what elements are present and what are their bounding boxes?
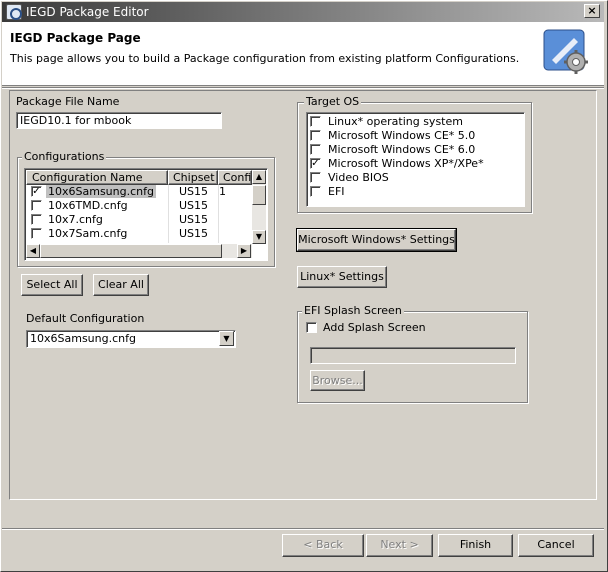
row-checkbox[interactable]: ✓: [31, 186, 42, 197]
row-chipset: US15: [179, 199, 209, 212]
close-button[interactable]: ×: [584, 4, 600, 18]
add-splash-checkbox[interactable]: [306, 322, 317, 333]
os-label: Linux* operating system: [328, 115, 463, 128]
horizontal-scrollbar[interactable]: ◀ ▶: [26, 244, 252, 258]
scroll-up-icon[interactable]: ▲: [252, 170, 266, 184]
splash-path-input[interactable]: [310, 347, 516, 364]
title-bar[interactable]: IEGD Package Editor ×: [2, 2, 604, 22]
select-all-button[interactable]: Select All: [21, 274, 83, 296]
windows-settings-button[interactable]: Microsoft Windows* Settings: [296, 228, 457, 252]
app-icon: [6, 4, 22, 20]
os-label: Microsoft Windows CE* 5.0: [328, 129, 476, 142]
next-button[interactable]: Next >: [366, 534, 433, 557]
row-checkbox[interactable]: [31, 200, 42, 211]
configurations-group-label: Configurations: [22, 150, 107, 163]
browse-button[interactable]: Browse...: [310, 370, 365, 391]
os-checkbox[interactable]: [310, 116, 321, 127]
row-chipset: US15: [179, 227, 209, 240]
column-divider: [168, 185, 169, 243]
default-config-label: Default Configuration: [26, 312, 145, 325]
cancel-button[interactable]: Cancel: [518, 534, 594, 557]
os-checkbox[interactable]: [310, 130, 321, 141]
vertical-scrollbar[interactable]: ▲ ▼: [252, 170, 266, 244]
target-os-list[interactable]: Linux* operating system Microsoft Window…: [306, 112, 525, 207]
window-title: IEGD Package Editor: [26, 5, 149, 19]
os-label: Microsoft Windows CE* 6.0: [328, 143, 476, 156]
column-divider: [218, 185, 219, 243]
column-header-configuration-name[interactable]: Configuration Name: [26, 170, 168, 185]
row-config-name: 10x7.cnfg: [48, 213, 103, 226]
row-config: 1: [219, 185, 226, 198]
row-config-name: 10x7Sam.cnfg: [48, 227, 128, 240]
column-header-config[interactable]: Confi: [218, 170, 252, 185]
linux-settings-button[interactable]: Linux* Settings: [297, 266, 387, 288]
clear-all-button[interactable]: Clear All: [93, 274, 149, 296]
scroll-down-icon[interactable]: ▼: [252, 230, 266, 244]
finish-button[interactable]: Finish: [438, 534, 513, 557]
column-header-chipset[interactable]: Chipset: [168, 170, 218, 185]
default-config-select[interactable]: 10x6Samsung.cnfg: [26, 330, 236, 348]
efi-splash-group-label: EFI Splash Screen: [302, 304, 404, 317]
page-header: IEGD Package Page This page allows you t…: [2, 22, 604, 86]
os-label: EFI: [328, 185, 345, 198]
scroll-thumb-horizontal[interactable]: [40, 244, 222, 258]
add-splash-label: Add Splash Screen: [323, 321, 426, 334]
os-checkbox[interactable]: ✓: [310, 158, 321, 169]
table-header: Configuration Name Chipset Confi: [26, 170, 252, 185]
row-chipset: US15: [179, 185, 209, 198]
row-config-name: 10x6TMD.cnfg: [48, 199, 128, 212]
settings-gear-icon: [543, 29, 588, 74]
row-checkbox[interactable]: [31, 228, 42, 239]
scroll-thumb[interactable]: [252, 185, 266, 205]
footer-separator: [2, 528, 604, 530]
scroll-right-icon[interactable]: ▶: [237, 244, 251, 258]
default-config-value: 10x6Samsung.cnfg: [30, 332, 136, 345]
header-separator: [2, 87, 604, 89]
scroll-left-icon[interactable]: ◀: [26, 244, 40, 258]
page-title: IEGD Package Page: [10, 31, 141, 45]
package-file-input[interactable]: IEGD10.1 for mbook: [16, 112, 222, 129]
os-label: Microsoft Windows XP*/XPe*: [328, 157, 484, 170]
os-checkbox[interactable]: [310, 172, 321, 183]
configurations-table[interactable]: Configuration Name Chipset Confi ✓ 10x6S…: [24, 168, 268, 261]
package-file-label: Package File Name: [16, 95, 120, 108]
os-checkbox[interactable]: [310, 186, 321, 197]
back-button[interactable]: < Back: [282, 534, 364, 557]
row-config-name: 10x6Samsung.cnfg: [46, 185, 156, 198]
target-os-group-label: Target OS: [304, 95, 362, 108]
os-label: Video BIOS: [328, 171, 389, 184]
chevron-down-icon[interactable]: ▼: [219, 331, 234, 346]
os-checkbox[interactable]: [310, 144, 321, 155]
row-chipset: US15: [179, 213, 209, 226]
row-checkbox[interactable]: [31, 214, 42, 225]
page-description: This page allows you to build a Package …: [10, 52, 520, 65]
